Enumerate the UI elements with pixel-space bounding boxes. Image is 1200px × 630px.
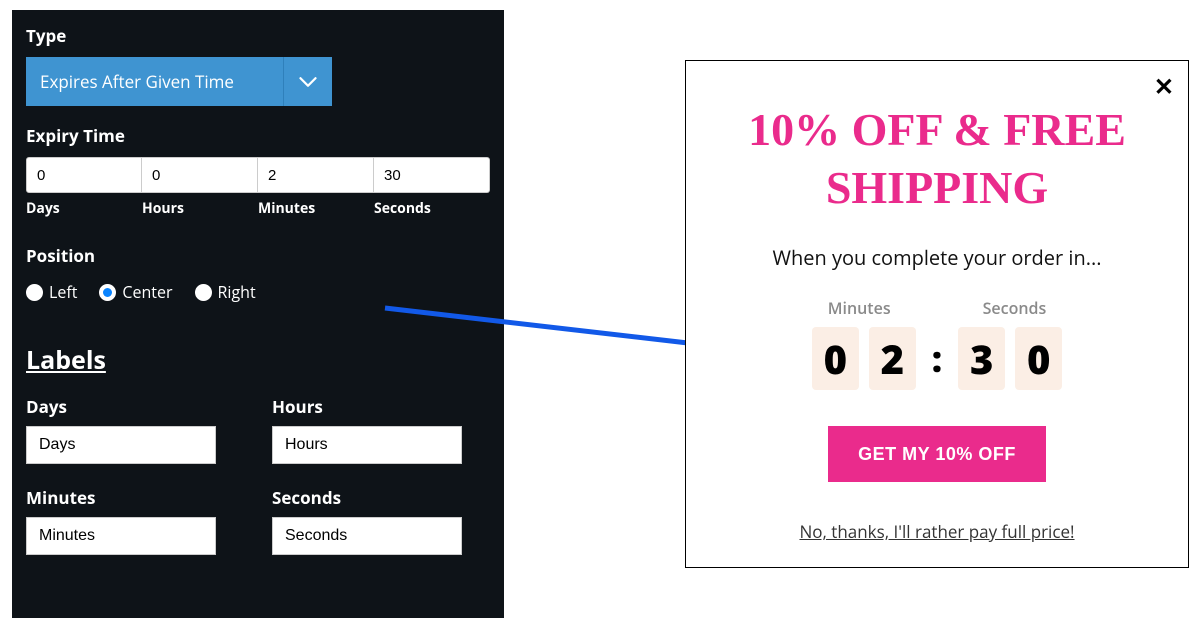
timer-digit: 0 [1015, 327, 1062, 390]
chevron-down-icon [283, 57, 332, 106]
labels-hours-label: Hours [272, 395, 490, 418]
expiry-heading: Expiry Time [26, 124, 490, 147]
preview-title: 10% OFF & FREE SHIPPING [716, 101, 1158, 216]
type-dropdown-value: Expires After Given Time [26, 57, 283, 106]
position-center-option[interactable]: Center [99, 281, 172, 303]
decline-link[interactable]: No, thanks, I'll rather pay full price! [799, 520, 1074, 543]
labels-grid: Days Hours Minutes Seconds [26, 395, 490, 555]
expiry-minutes-unit: Minutes [258, 199, 374, 218]
expiry-days-input[interactable] [26, 157, 142, 193]
preview-subtitle: When you complete your order in... [716, 244, 1158, 271]
labels-hours-input[interactable] [272, 426, 462, 464]
preview-popup: ✕ 10% OFF & FREE SHIPPING When you compl… [685, 60, 1189, 568]
labels-section-heading: Labels [26, 343, 106, 377]
timer-minutes-label: Minutes [828, 297, 891, 319]
expiry-hours-unit: Hours [142, 199, 258, 218]
type-label: Type [26, 24, 490, 47]
radio-icon [195, 284, 212, 301]
radio-icon [99, 284, 116, 301]
labels-minutes-label: Minutes [26, 486, 244, 509]
position-right-label: Right [218, 281, 256, 303]
expiry-days-unit: Days [26, 199, 142, 218]
settings-panel: Type Expires After Given Time Expiry Tim… [12, 10, 504, 618]
timer-digit: 2 [869, 327, 916, 390]
position-left-option[interactable]: Left [26, 281, 77, 303]
labels-seconds-input[interactable] [272, 517, 462, 555]
type-dropdown[interactable]: Expires After Given Time [26, 57, 332, 106]
expiry-row: Days Hours Minutes Seconds [26, 157, 490, 218]
countdown-timer: 0 2 : 3 0 [716, 327, 1158, 390]
radio-icon [26, 284, 43, 301]
position-radio-group: Left Center Right [26, 281, 490, 303]
position-heading: Position [26, 244, 490, 267]
expiry-hours-input[interactable] [142, 157, 258, 193]
position-right-option[interactable]: Right [195, 281, 256, 303]
position-left-label: Left [49, 281, 77, 303]
labels-seconds-label: Seconds [272, 486, 490, 509]
labels-days-label: Days [26, 395, 244, 418]
cta-button[interactable]: GET MY 10% OFF [828, 426, 1046, 482]
position-center-label: Center [122, 281, 172, 303]
expiry-minutes-input[interactable] [258, 157, 374, 193]
labels-minutes-input[interactable] [26, 517, 216, 555]
expiry-seconds-unit: Seconds [374, 199, 490, 218]
expiry-seconds-input[interactable] [374, 157, 490, 193]
labels-days-input[interactable] [26, 426, 216, 464]
timer-labels: Minutes Seconds [716, 297, 1158, 319]
timer-digit: 0 [812, 327, 859, 390]
timer-digit: 3 [958, 327, 1005, 390]
close-icon[interactable]: ✕ [1154, 75, 1174, 99]
timer-seconds-label: Seconds [983, 297, 1047, 319]
timer-separator: : [932, 334, 942, 383]
